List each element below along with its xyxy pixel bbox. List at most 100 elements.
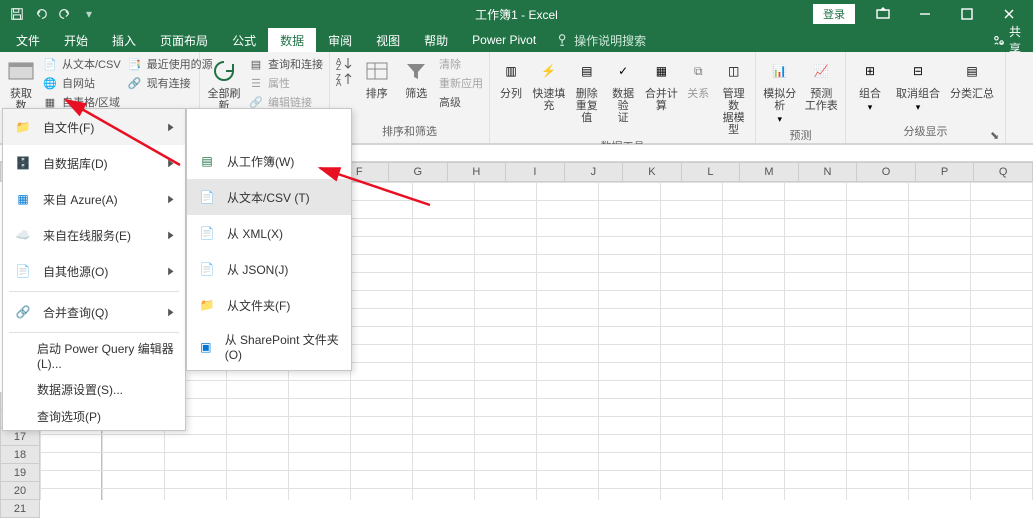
redo-button[interactable] xyxy=(54,3,76,25)
properties[interactable]: ☰属性 xyxy=(248,75,323,91)
web-icon: 🌐 xyxy=(42,75,58,91)
row-header[interactable]: 19 xyxy=(0,464,40,482)
col-header[interactable]: O xyxy=(857,162,916,182)
database-icon: 🗄️ xyxy=(13,153,33,173)
tab-file[interactable]: 文件 xyxy=(4,28,52,52)
sort-button[interactable]: 排序 xyxy=(360,56,394,100)
reapply[interactable]: 重新应用 xyxy=(439,75,483,91)
tab-view[interactable]: 视图 xyxy=(364,28,412,52)
tab-power-pivot[interactable]: Power Pivot xyxy=(460,28,548,52)
folder-icon: 📁 xyxy=(197,295,217,315)
share-button[interactable]: 共享 xyxy=(981,28,1033,52)
sm-from-json[interactable]: 📄从 JSON(J) xyxy=(187,251,351,287)
login-button[interactable]: 登录 xyxy=(813,4,855,24)
remove-duplicates[interactable]: ▤删除 重复值 xyxy=(572,56,602,124)
ungroup-btn[interactable]: ⊟取消组合▾ xyxy=(894,56,942,113)
col-header[interactable]: G xyxy=(389,162,448,182)
tab-data[interactable]: 数据 xyxy=(268,28,316,52)
col-header[interactable]: Q xyxy=(974,162,1033,182)
sharepoint-icon: ▣ xyxy=(197,337,215,357)
tab-page-layout[interactable]: 页面布局 xyxy=(148,28,220,52)
get-data-icon xyxy=(6,56,36,86)
text-file-icon: 📄 xyxy=(197,187,217,207)
sort-za[interactable]: ZA xyxy=(336,72,354,86)
connections-icon: 🔗 xyxy=(127,75,143,91)
chevron-right-icon: ▶ xyxy=(168,122,173,133)
json-file-icon: 📄 xyxy=(197,259,217,279)
dd-query-options[interactable]: 查询选项(P) xyxy=(3,403,185,430)
save-button[interactable] xyxy=(6,3,28,25)
manage-data-model[interactable]: ◫管理数 据模型 xyxy=(718,56,749,136)
azure-icon: ▦ xyxy=(13,189,33,209)
col-header[interactable]: K xyxy=(623,162,682,182)
minimize-button[interactable] xyxy=(905,1,945,27)
title-bar: ▾ 工作簿1 - Excel 登录 xyxy=(0,0,1033,28)
ribbon-display-icon[interactable] xyxy=(863,1,903,27)
advanced-filter[interactable]: 高级 xyxy=(439,94,483,110)
tab-help[interactable]: 帮助 xyxy=(412,28,460,52)
sort-az[interactable]: AZ xyxy=(336,56,354,70)
col-header[interactable]: P xyxy=(916,162,975,182)
tab-insert[interactable]: 插入 xyxy=(100,28,148,52)
dd-from-other[interactable]: 📄自其他源(O)▶ xyxy=(3,253,185,289)
forecast-sheet[interactable]: 📈预测 工作表 xyxy=(804,56,840,112)
sm-from-text-csv[interactable]: 📄从文本/CSV (T) xyxy=(187,179,351,215)
from-web[interactable]: 🌐自网站 xyxy=(42,75,121,91)
other-source-icon: 📄 xyxy=(13,261,33,281)
dd-launch-pq[interactable]: 启动 Power Query 编辑器(L)... xyxy=(3,335,185,376)
svg-text:A: A xyxy=(336,79,342,86)
group-btn[interactable]: ⊞组合▾ xyxy=(852,56,888,113)
from-file-submenu: ▤从工作簿(W) 📄从文本/CSV (T) 📄从 XML(X) 📄从 JSON(… xyxy=(186,108,352,371)
relationships[interactable]: ⧉关系 xyxy=(684,56,712,100)
recent-icon: 📑 xyxy=(127,56,143,72)
get-data-dropdown: 📁自文件(F)▶ 🗄️自数据库(D)▶ ▦来自 Azure(A)▶ ☁️来自在线… xyxy=(2,108,186,431)
col-header[interactable]: L xyxy=(682,162,741,182)
row-header[interactable]: 20 xyxy=(0,482,40,500)
clear-filter[interactable]: 清除 xyxy=(439,56,483,72)
undo-button[interactable] xyxy=(30,3,52,25)
sm-from-folder[interactable]: 📁从文件夹(F) xyxy=(187,287,351,323)
what-if-analysis[interactable]: 📊模拟分析▾ xyxy=(762,56,798,125)
folder-icon: 📁 xyxy=(13,117,33,137)
from-text-csv[interactable]: 📄从文本/CSV xyxy=(42,56,121,72)
row-header[interactable]: 21 xyxy=(0,500,40,518)
row-header[interactable]: 18 xyxy=(0,446,40,464)
csv-icon: 📄 xyxy=(42,56,58,72)
group-forecast: 📊模拟分析▾ 📈预测 工作表 预测 xyxy=(756,52,846,143)
col-header[interactable]: J xyxy=(565,162,624,182)
window-controls: 登录 xyxy=(813,1,1033,27)
col-header[interactable]: N xyxy=(799,162,858,182)
dd-from-file[interactable]: 📁自文件(F)▶ xyxy=(3,109,185,145)
dd-from-database[interactable]: 🗄️自数据库(D)▶ xyxy=(3,145,185,181)
tab-review[interactable]: 审阅 xyxy=(316,28,364,52)
col-header[interactable]: H xyxy=(448,162,507,182)
consolidate[interactable]: ▦合并计算 xyxy=(645,56,679,112)
outline-dialog-launcher[interactable]: ⬊ xyxy=(990,129,1002,141)
filter-button[interactable]: 筛选 xyxy=(400,56,434,100)
text-to-columns[interactable]: ▥分列 xyxy=(496,56,526,100)
dd-combine-queries[interactable]: 🔗合并查询(Q)▶ xyxy=(3,294,185,330)
subtotal-btn[interactable]: ▤分类汇总 xyxy=(948,56,996,100)
combine-icon: 🔗 xyxy=(13,302,33,322)
group-data-tools: ▥分列 ⚡快速填充 ▤删除 重复值 ✓数据验 证 ▦合并计算 ⧉关系 ◫管理数 … xyxy=(490,52,756,143)
sm-from-sharepoint-folder[interactable]: ▣从 SharePoint 文件夹(O) xyxy=(187,323,351,370)
tab-home[interactable]: 开始 xyxy=(52,28,100,52)
maximize-button[interactable] xyxy=(947,1,987,27)
qat-customize[interactable]: ▾ xyxy=(78,3,100,25)
window-title: 工作簿1 - Excel xyxy=(475,6,558,23)
excel-file-icon: ▤ xyxy=(197,151,217,171)
tab-formulas[interactable]: 公式 xyxy=(220,28,268,52)
data-validation[interactable]: ✓数据验 证 xyxy=(608,56,639,124)
sm-from-workbook[interactable]: ▤从工作簿(W) xyxy=(187,143,351,179)
dd-data-source-settings[interactable]: 数据源设置(S)... xyxy=(3,376,185,403)
col-header[interactable]: I xyxy=(506,162,565,182)
sort-icon xyxy=(362,56,392,86)
queries-connections[interactable]: ▤查询和连接 xyxy=(248,56,323,72)
sm-from-xml[interactable]: 📄从 XML(X) xyxy=(187,215,351,251)
col-header[interactable]: M xyxy=(740,162,799,182)
flash-fill[interactable]: ⚡快速填充 xyxy=(532,56,566,112)
dd-from-azure[interactable]: ▦来自 Azure(A)▶ xyxy=(3,181,185,217)
quick-access-toolbar: ▾ xyxy=(0,3,100,25)
tell-me-search[interactable]: 操作说明搜索 xyxy=(556,28,646,52)
dd-from-online[interactable]: ☁️来自在线服务(E)▶ xyxy=(3,217,185,253)
